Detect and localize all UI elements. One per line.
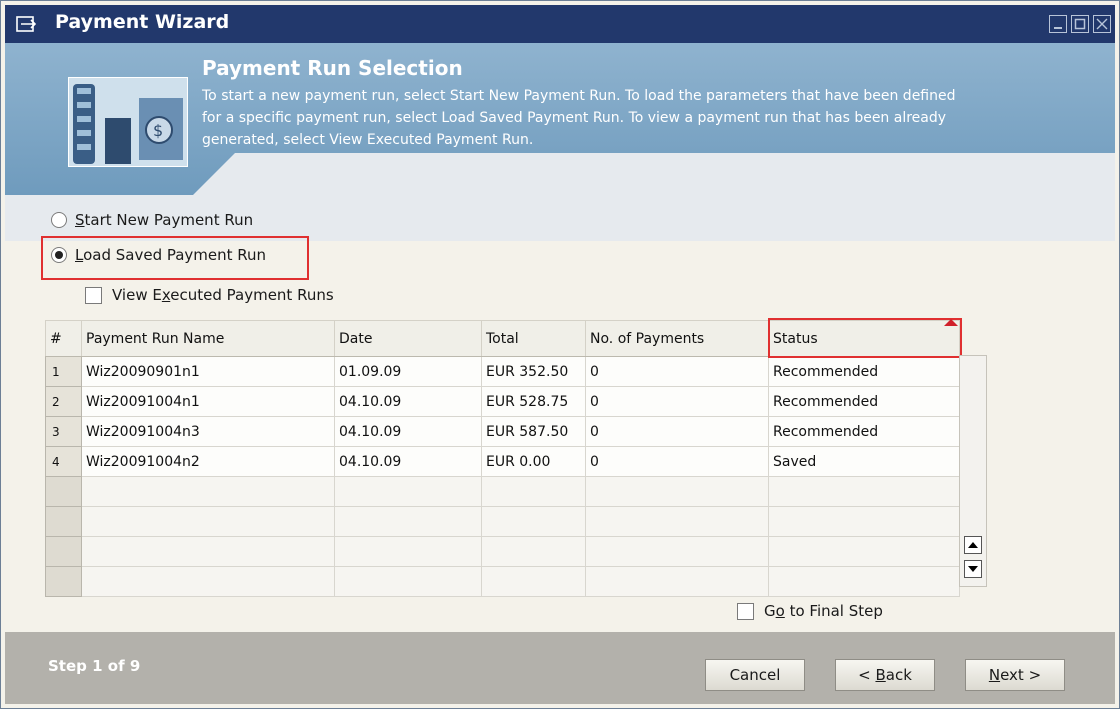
empty-row[interactable] <box>45 476 960 507</box>
maximize-icon <box>1074 18 1086 30</box>
cell-name[interactable]: Wiz20091004n3 <box>81 416 335 447</box>
view-executed-option[interactable]: View Executed Payment Runs <box>85 286 334 304</box>
step-indicator: Step 1 of 9 <box>48 657 141 675</box>
payment-run-image: $ <box>68 77 188 167</box>
view-executed-label: View Executed Payment Runs <box>112 286 334 304</box>
close-button[interactable] <box>1093 15 1111 33</box>
cell-total[interactable]: EUR 0.00 <box>481 446 586 477</box>
payment-wizard-window: Payment Wizard $ Payment Run Selection T… <box>0 0 1120 709</box>
row-number[interactable] <box>45 536 82 567</box>
go-to-final-step-option[interactable]: Go to Final Step <box>737 602 883 620</box>
next-button[interactable]: Next > <box>965 659 1065 691</box>
cell-date[interactable]: 04.10.09 <box>334 386 482 417</box>
row-number[interactable]: 4 <box>45 446 82 477</box>
row-number[interactable] <box>45 476 82 507</box>
cell-date[interactable]: 04.10.09 <box>334 446 482 477</box>
cell-payments[interactable]: 0 <box>585 416 769 447</box>
cell-status[interactable]: Recommended <box>768 386 960 417</box>
view-executed-checkbox[interactable] <box>85 286 102 304</box>
minimize-icon <box>1054 27 1062 29</box>
col-header-name[interactable]: Payment Run Name <box>81 320 335 357</box>
payment-illustration-icon: $ <box>69 78 187 166</box>
load-saved-label: Load Saved Payment Run <box>75 246 267 264</box>
window-title: Payment Wizard <box>55 11 230 33</box>
cell-total[interactable]: EUR 352.50 <box>481 356 586 387</box>
start-new-label: Start New Payment Run <box>75 211 254 229</box>
window-icon <box>16 16 37 32</box>
table-row[interactable]: 3 Wiz20091004n3 04.10.09 EUR 587.50 0 Re… <box>45 416 960 447</box>
back-button[interactable]: < Back <box>835 659 935 691</box>
start-new-radio[interactable] <box>51 212 67 228</box>
cell-payments[interactable]: 0 <box>585 446 769 477</box>
cell-status[interactable]: Recommended <box>768 416 960 447</box>
empty-row[interactable] <box>45 536 960 567</box>
cell-total[interactable]: EUR 587.50 <box>481 416 586 447</box>
table-row[interactable]: 4 Wiz20091004n2 04.10.09 EUR 0.00 0 Save… <box>45 446 960 477</box>
title-bar: Payment Wizard <box>5 5 1115 43</box>
header-description: To start a new payment run, select Start… <box>202 88 956 148</box>
cell-name[interactable]: Wiz20091004n2 <box>81 446 335 477</box>
scroll-down-button[interactable] <box>964 560 982 578</box>
cell-payments[interactable]: 0 <box>585 386 769 417</box>
status-column-highlight <box>768 318 962 358</box>
row-number[interactable] <box>45 506 82 537</box>
col-header-payments[interactable]: No. of Payments <box>585 320 769 357</box>
wizard-footer: Step 1 of 9 Cancel < Back Next > <box>5 632 1115 704</box>
cell-status[interactable]: Recommended <box>768 356 960 387</box>
col-header-date[interactable]: Date <box>334 320 482 357</box>
arrow-down-icon <box>968 566 978 572</box>
cell-date[interactable]: 01.09.09 <box>334 356 482 387</box>
table-scrollbar[interactable] <box>959 355 987 587</box>
col-header-total[interactable]: Total <box>481 320 586 357</box>
close-icon <box>1096 18 1108 30</box>
row-number[interactable]: 3 <box>45 416 82 447</box>
cell-name[interactable]: Wiz20091004n1 <box>81 386 335 417</box>
load-saved-payment-run-option[interactable]: Load Saved Payment Run <box>51 246 266 264</box>
cell-status[interactable]: Saved <box>768 446 960 477</box>
minimize-button[interactable] <box>1049 15 1067 33</box>
go-to-final-step-checkbox[interactable] <box>737 602 754 620</box>
svg-text:$: $ <box>153 121 163 140</box>
load-saved-radio[interactable] <box>51 247 67 263</box>
row-number[interactable]: 2 <box>45 386 82 417</box>
cell-date[interactable]: 04.10.09 <box>334 416 482 447</box>
cell-name[interactable]: Wiz20090901n1 <box>81 356 335 387</box>
cell-payments[interactable]: 0 <box>585 356 769 387</box>
row-number[interactable]: 1 <box>45 356 82 387</box>
arrow-up-icon <box>968 542 978 548</box>
go-to-final-step-label: Go to Final Step <box>764 602 883 620</box>
table-row[interactable]: 1 Wiz20090901n1 01.09.09 EUR 352.50 0 Re… <box>45 356 960 387</box>
col-header-num[interactable]: # <box>45 320 82 357</box>
start-new-payment-run-option[interactable]: Start New Payment Run <box>51 211 253 229</box>
header-title: Payment Run Selection <box>202 56 463 80</box>
cell-total[interactable]: EUR 528.75 <box>481 386 586 417</box>
row-number[interactable] <box>45 566 82 597</box>
empty-row[interactable] <box>45 506 960 537</box>
table-row[interactable]: 2 Wiz20091004n1 04.10.09 EUR 528.75 0 Re… <box>45 386 960 417</box>
empty-row[interactable] <box>45 566 960 597</box>
scroll-up-button[interactable] <box>964 536 982 554</box>
payment-runs-table: # Payment Run Name Date Total No. of Pay… <box>45 320 960 597</box>
maximize-button[interactable] <box>1071 15 1089 33</box>
sort-indicator-icon <box>944 319 958 326</box>
cancel-button[interactable]: Cancel <box>705 659 805 691</box>
